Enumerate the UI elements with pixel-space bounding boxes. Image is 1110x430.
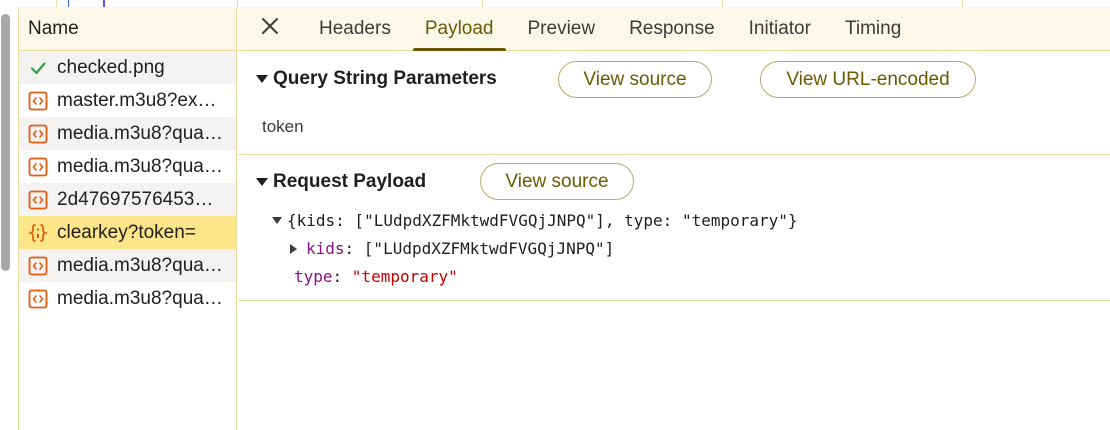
payload-summary-text: {kids: ["LUdpdXZFMktwdFVGQjJNPQ"], type:…: [287, 211, 798, 230]
section-title: Request Payload: [273, 171, 427, 192]
request-row[interactable]: clearkey?token=: [19, 216, 236, 249]
timeline-tick: [962, 0, 963, 7]
payload-object-summary[interactable]: {kids: ["LUdpdXZFMktwdFVGQjJNPQ"], type:…: [272, 211, 798, 230]
request-payload-toggle[interactable]: Request Payload: [256, 171, 426, 193]
type-value: "temporary": [351, 267, 458, 286]
request-row[interactable]: master.m3u8?ex…: [19, 84, 236, 117]
tab-label: Response: [629, 17, 715, 39]
tab-label: Initiator: [748, 17, 811, 39]
colon: :: [344, 239, 364, 258]
kids-key: kids: [306, 239, 345, 258]
kids-value: ["LUdpdXZFMktwdFVGQjJNPQ"]: [363, 239, 615, 258]
request-name: clearkey?token=: [57, 221, 196, 243]
timeline-tick: [103, 0, 105, 7]
timeline-tick: [56, 0, 57, 7]
tab-preview[interactable]: Preview: [511, 7, 613, 50]
code-file-icon: [28, 190, 48, 210]
tab-timing[interactable]: Timing: [828, 7, 918, 50]
request-row[interactable]: media.m3u8?qua…: [19, 150, 236, 183]
code-file-icon: [28, 289, 48, 309]
close-icon: [261, 17, 279, 40]
code-file-icon: [28, 124, 48, 144]
query-param-key: token: [262, 117, 304, 137]
colon: :: [332, 267, 352, 286]
expand-triangle-icon: [290, 243, 297, 254]
code-file-icon: [28, 91, 48, 111]
code-file-icon: [28, 256, 48, 276]
tab-headers[interactable]: Headers: [302, 7, 408, 50]
request-name: media.m3u8?qua…: [57, 122, 223, 144]
timeline-tick: [722, 0, 723, 7]
query-string-section: Query String Parameters View source View…: [238, 51, 1110, 155]
tab-label: Payload: [424, 17, 494, 39]
timeline-tick: [482, 0, 483, 7]
close-button[interactable]: [238, 7, 302, 50]
button-label: View URL-encoded: [786, 68, 950, 90]
timeline-strip: [0, 0, 1110, 7]
param-key-text: token: [262, 117, 304, 136]
request-name: media.m3u8?qua…: [57, 155, 223, 177]
code-file-icon: [28, 157, 48, 177]
request-list-scrollbar[interactable]: [0, 7, 19, 430]
timeline-tick: [237, 0, 238, 7]
tab-label: Preview: [527, 17, 596, 39]
scrollbar-thumb[interactable]: [1, 14, 10, 271]
button-label: View source: [505, 170, 609, 192]
expand-triangle-icon: [272, 217, 282, 224]
request-name: 2d47697576453…: [57, 188, 214, 210]
request-name: checked.png: [57, 56, 165, 78]
tab-initiator[interactable]: Initiator: [732, 7, 828, 50]
payload-kids-row[interactable]: kids: ["LUdpdXZFMktwdFVGQjJNPQ"]: [290, 239, 614, 258]
request-name: media.m3u8?qua…: [57, 254, 223, 276]
checkmark-icon: [28, 58, 48, 78]
timeline-tick: [68, 0, 69, 7]
detail-pane: Headers Payload Preview Response Initiat…: [238, 7, 1110, 430]
request-list: Name checked.png master.m3u8?ex… media.m3u…: [19, 7, 237, 430]
request-row[interactable]: media.m3u8?qua…: [19, 117, 236, 150]
section-title: Query String Parameters: [273, 68, 497, 89]
view-source-button[interactable]: View source: [558, 61, 712, 98]
tab-response[interactable]: Response: [612, 7, 732, 50]
type-key: type: [294, 267, 333, 286]
request-row[interactable]: 2d47697576453…: [19, 183, 236, 216]
view-source-button[interactable]: View source: [480, 163, 634, 200]
query-string-toggle[interactable]: Query String Parameters: [256, 68, 497, 90]
request-payload-section: Request Payload View source {kids: ["LUd…: [238, 155, 1110, 301]
tab-label: Headers: [319, 17, 391, 39]
tab-payload[interactable]: Payload: [408, 7, 511, 51]
collapse-triangle-icon: [256, 75, 268, 83]
request-row[interactable]: media.m3u8?qua…: [19, 249, 236, 282]
request-name: media.m3u8?qua…: [57, 287, 223, 309]
column-header-label: Name: [28, 17, 79, 39]
payload-type-row: type: "temporary": [294, 267, 458, 286]
tab-label: Timing: [844, 17, 902, 39]
request-row[interactable]: media.m3u8?qua…: [19, 282, 236, 315]
view-url-encoded-button[interactable]: View URL-encoded: [760, 61, 976, 98]
tab-bar: Headers Payload Preview Response Initiat…: [238, 7, 1110, 51]
request-row[interactable]: checked.png: [19, 51, 236, 84]
collapse-triangle-icon: [256, 178, 268, 186]
button-label: View source: [583, 68, 687, 90]
request-name: master.m3u8?ex…: [57, 89, 217, 111]
request-rows: checked.png master.m3u8?ex… media.m3u8?qua…: [19, 51, 236, 315]
column-header-name[interactable]: Name: [19, 7, 236, 51]
json-braces-icon: [28, 223, 48, 243]
